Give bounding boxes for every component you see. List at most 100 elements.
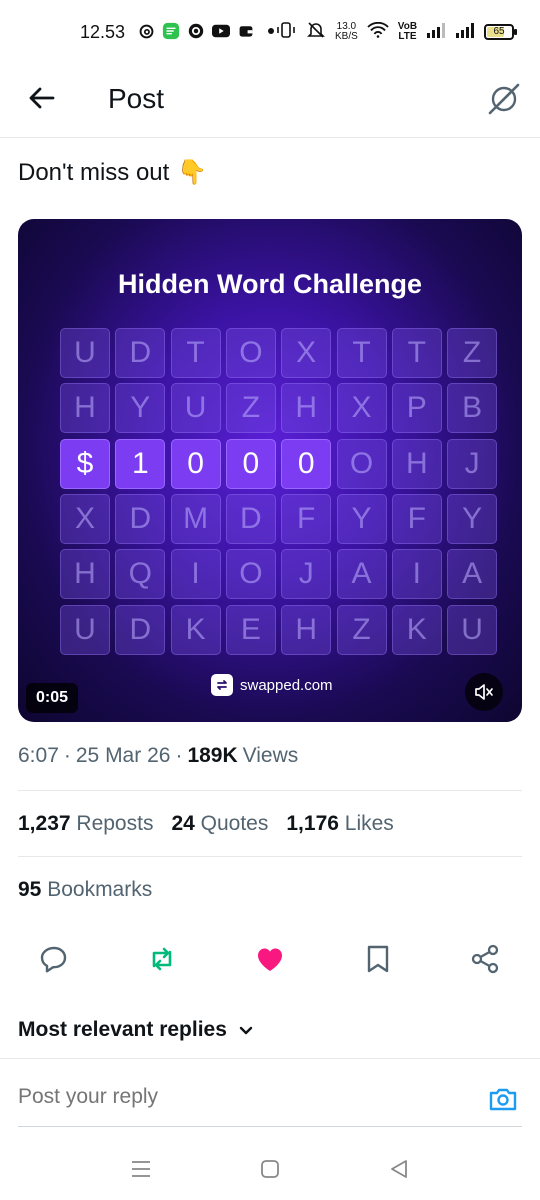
grid-letter: Q [115,549,166,600]
post-meta: 6:07 · 25 Mar 26 · 189K Views [18,744,298,768]
grid-letter: X [60,493,110,544]
vibrate-icon [275,21,297,42]
views-count: 189K [187,744,238,767]
back-button[interactable] [26,82,58,114]
repost-icon [152,947,172,971]
post-time: 6:07 [18,744,59,767]
grid-letter: J [281,549,332,600]
system-navigation-bar [0,1140,540,1200]
grid-letter: Z [336,604,387,655]
share-button[interactable] [468,942,502,976]
threads-icon [137,22,155,40]
like-button[interactable] [253,942,287,976]
grid-letter: H [60,383,110,434]
status-time: 12.53 [80,22,126,42]
video-title: Hidden Word Challenge [117,269,422,299]
notification-icons [137,22,280,40]
grid-letter: O [336,438,387,489]
grid-letter: T [391,328,442,378]
grid-letter: U [170,383,221,434]
grid-letter: D [115,604,166,655]
home-button[interactable] [258,1156,284,1182]
grid-letter: B [447,383,498,434]
grid-letter: D [115,328,166,378]
grid-letter: D [115,493,166,544]
menu-icon [132,1161,150,1177]
grid-letter: D [225,493,276,544]
post-body: Don't miss out 👇 [18,158,207,187]
grid-letter: K [391,604,442,655]
divider [18,790,522,791]
reply-input[interactable] [18,1085,438,1109]
grid-letter: O [225,328,276,378]
grid-letter: U [60,604,110,655]
grok-icon [488,83,520,115]
volume-muted-icon [475,684,493,700]
grid-letter: F [281,493,332,544]
repost-button[interactable] [145,942,179,976]
post-stats: 1,237 Reposts 24 Quotes 1,176 Likes [18,812,394,836]
grid-letter: A [447,549,498,600]
reposts-stat[interactable]: 1,237 Reposts [18,812,153,836]
reply-icon [40,946,67,973]
mute-button[interactable] [465,673,503,711]
divider [18,856,522,857]
network-speed: 13.0 KB/S [335,20,358,42]
grid-letter: 0 [281,438,332,489]
square-icon [261,1160,279,1178]
brand-watermark: swapped.com [211,674,333,696]
system-back-button[interactable] [387,1156,413,1182]
grid-letter: 0 [225,438,276,489]
grid-letter: X [281,328,332,378]
app-circle-icon [187,22,205,40]
camera-button[interactable] [487,1083,519,1115]
grid-letter: A [336,549,387,600]
replies-sort-dropdown[interactable]: Most relevant replies [18,1018,255,1042]
grid-letter: I [391,549,442,600]
grid-letter: T [336,328,387,378]
grid-letter: Y [447,493,498,544]
grid-letter: H [281,383,332,434]
post-date: 25 Mar 26 [75,744,171,767]
camera-icon [489,1088,517,1111]
video-timer: 0:05 [26,683,79,713]
mute-notifications-icon [306,20,326,43]
chevron-down-icon [239,1026,253,1035]
likes-stat[interactable]: 1,176 Likes [286,812,393,836]
system-icons: 13.0 KB/S VoB LTE 65 [275,20,518,43]
bookmark-button[interactable] [361,942,395,976]
grok-button[interactable] [485,80,523,118]
reply-composer [0,1058,540,1128]
grid-letter: Y [336,493,387,544]
grid-letter: 1 [115,438,166,489]
grid-letter: U [60,328,110,378]
grid-letter: H [60,549,110,600]
top-app-bar: Post [0,64,540,138]
replies-sort-label: Most relevant replies [18,1018,227,1041]
heart-icon [258,948,282,971]
reply-button[interactable] [37,942,71,976]
triangle-back-icon [391,1160,407,1178]
grid-letter: Z [225,383,276,434]
grid-letter: P [391,383,442,434]
recent-apps-button[interactable] [129,1156,155,1182]
grid-letter: X [336,383,387,434]
grid-letter: H [391,438,442,489]
post-video[interactable]: Hidden Word Challenge U D T O X T T Z H Y U Z H X P B $1… [18,219,522,722]
bookmarks-stat[interactable]: 95 Bookmarks [18,878,152,902]
bookmark-icon [367,945,389,973]
signal-2-icon [455,22,475,41]
meta-separator: · [175,744,183,767]
grid-letter: E [225,604,276,655]
grid-letter: K [170,604,221,655]
signal-1-icon [426,22,446,41]
quotes-stat[interactable]: 24 Quotes [171,812,268,836]
post-text: Don't miss out [18,158,170,186]
grid-letter: J [447,438,498,489]
brand-name: swapped.com [240,676,333,694]
messages-icon [162,22,180,40]
grid-letter: T [170,328,221,378]
pointing-down-emoji: 👇 [177,159,208,186]
grid-letter: H [281,604,332,655]
divider [18,1126,522,1127]
